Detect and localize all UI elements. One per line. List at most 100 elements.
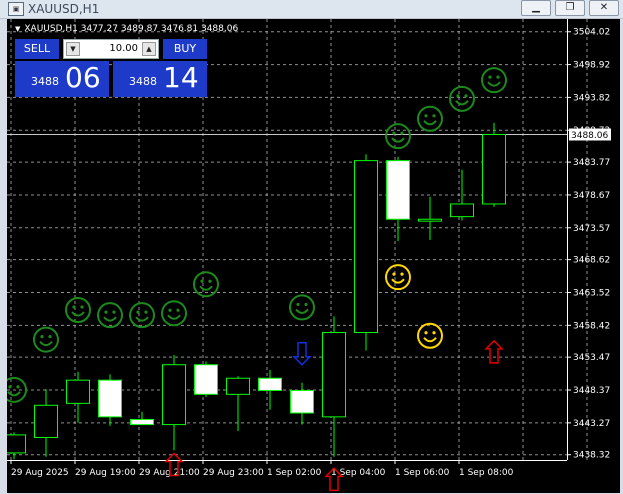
smiley-face-outline	[417, 322, 443, 349]
candle-body-bullish	[226, 377, 250, 395]
smiley-eye	[488, 75, 492, 79]
smiley-eye	[296, 302, 300, 307]
sell-price-pips: 06	[65, 61, 101, 94]
sell-button[interactable]: SELL	[15, 39, 59, 59]
smiley-mouth	[7, 391, 21, 397]
smiley-eye	[136, 310, 140, 314]
smiley-eye	[392, 272, 396, 276]
y-tick-label: 3448.37	[573, 386, 610, 396]
x-tick-label: 1 Sep 06:00	[395, 468, 450, 478]
candle-body-bullish	[354, 160, 378, 334]
arrow-up-icon	[484, 339, 504, 364]
candle-body-bullish	[418, 218, 442, 222]
smiley-face-outline	[97, 302, 123, 329]
window-title: XAUUSD,H1	[28, 2, 100, 16]
smiley-mouth	[423, 337, 437, 343]
smiley-eye	[112, 310, 116, 314]
smiley-eye	[496, 75, 500, 79]
smiley-mouth	[39, 340, 53, 347]
candle-body-bearish	[98, 379, 122, 418]
smiley-eye	[464, 94, 468, 98]
smiley-eye	[424, 114, 428, 118]
y-tick-label: 3458.42	[573, 321, 610, 331]
candle-body-bearish	[130, 418, 154, 426]
x-tick-label: 1 Sep 08:00	[459, 468, 514, 478]
y-tick-label: 3478.67	[573, 191, 610, 201]
y-tick-label: 3493.82	[573, 93, 610, 103]
candle	[34, 389, 58, 457]
candle-body-bullish	[66, 379, 90, 404]
x-tick-label: 29 Aug 23:00	[203, 468, 264, 478]
candle	[162, 355, 186, 451]
triangle-down-icon: ▼	[15, 25, 21, 33]
symbol-info: ▼ XAUUSD,H1 3477.27 3489.87 3476.81 3488.…	[15, 24, 238, 34]
minimize-button[interactable]: ▁	[521, 0, 551, 16]
smiley-eye	[104, 310, 108, 314]
smiley-green-icon	[129, 302, 155, 329]
candle-body-bullish	[34, 404, 58, 438]
x-tick-label: 29 Aug 19:00	[75, 468, 136, 478]
smiley-mouth	[103, 316, 117, 322]
smiley-eye	[456, 94, 460, 98]
candle-body-bearish	[290, 389, 314, 414]
smiley-eye	[168, 308, 172, 312]
candle	[482, 122, 506, 207]
smiley-eye	[392, 131, 396, 135]
smiley-eye	[432, 114, 436, 118]
smiley-green-icon	[33, 326, 59, 353]
y-tick-label: 3463.52	[573, 288, 610, 298]
smiley-mouth	[487, 81, 501, 87]
smiley-green-icon	[481, 67, 507, 94]
buy-price-pips: 14	[163, 61, 199, 94]
one-click-trading-panel: SELL ▼ 10.00 ▲ BUY 3488 06 3488 14	[15, 39, 207, 97]
smiley-eye	[400, 131, 404, 135]
candle	[386, 156, 410, 242]
close-button[interactable]: ✕	[589, 0, 619, 16]
buy-price-button[interactable]: 3488 14	[113, 61, 207, 97]
smiley-green-icon	[289, 294, 315, 321]
x-tick-label: 1 Sep 02:00	[267, 468, 322, 478]
y-tick-label: 3473.57	[573, 224, 610, 234]
lot-size-stepper[interactable]: ▼ 10.00 ▲	[63, 39, 159, 59]
smiley-green-icon	[97, 302, 123, 329]
lot-size-input[interactable]: 10.00	[86, 42, 138, 56]
smiley-eye	[200, 279, 204, 283]
smiley-yellow-icon	[417, 322, 443, 349]
restore-button[interactable]: ❐	[555, 0, 585, 16]
candle-body-bearish	[258, 377, 282, 391]
y-tick-label: 3468.62	[573, 256, 610, 266]
y-tick-label: 3498.92	[573, 61, 610, 71]
candle	[322, 316, 346, 457]
candle	[418, 196, 442, 240]
candle	[258, 369, 282, 410]
window-titlebar: ▣ XAUUSD,H1 ▁ ❐ ✕	[0, 0, 623, 19]
smiley-eye	[400, 272, 404, 276]
buy-button[interactable]: BUY	[163, 39, 207, 59]
candle	[66, 371, 90, 423]
smiley-eye	[176, 308, 180, 312]
candle-body-bearish	[386, 160, 410, 220]
sell-price-prefix: 3488	[31, 75, 59, 88]
candle	[130, 411, 154, 426]
smiley-face-outline	[33, 326, 59, 353]
candle	[98, 374, 122, 426]
smiley-mouth	[391, 137, 405, 143]
smiley-face-outline	[161, 300, 187, 327]
smiley-mouth	[423, 120, 437, 126]
smiley-mouth	[167, 314, 181, 320]
sell-price-button[interactable]: 3488 06	[15, 61, 109, 97]
smiley-eye	[72, 305, 76, 309]
candle-body-bullish	[322, 332, 346, 418]
y-tick-label: 3504.02	[573, 28, 610, 38]
smiley-yellow-icon	[385, 264, 411, 291]
smiley-green-icon	[161, 300, 187, 327]
lot-increase-button[interactable]: ▲	[142, 42, 156, 56]
y-tick-label: 3438.32	[573, 451, 610, 461]
candle	[7, 432, 26, 460]
candle-body-bullish	[450, 203, 474, 218]
price-chart[interactable]: 3504.023498.923493.823488.723483.773478.…	[7, 19, 620, 493]
candle-body-bullish	[162, 364, 186, 426]
lot-decrease-button[interactable]: ▼	[66, 42, 80, 56]
y-tick-label: 3483.77	[573, 158, 610, 168]
smiley-mouth	[199, 285, 213, 291]
